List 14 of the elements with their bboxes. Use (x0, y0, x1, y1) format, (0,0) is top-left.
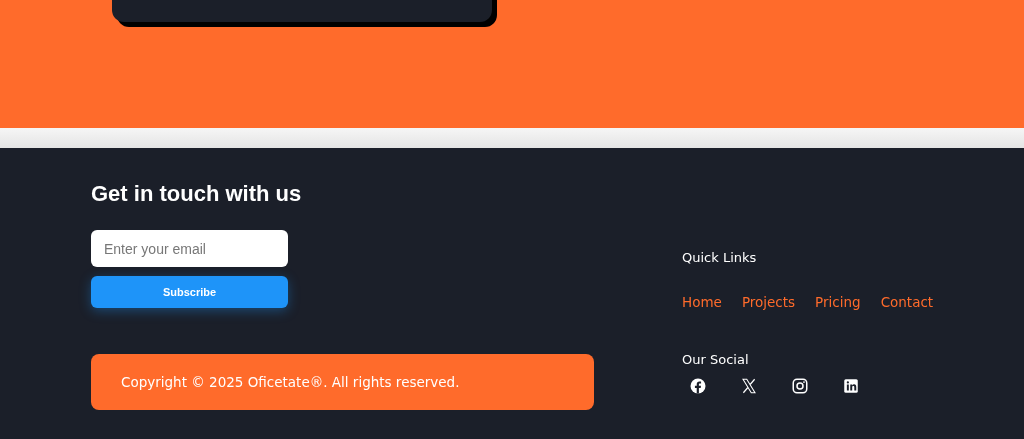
footer-link[interactable]: Home (682, 294, 722, 310)
copyright-text: Copyright © 2025 Oficetate®. All rights reserved. (121, 374, 460, 390)
instagram-icon[interactable] (791, 377, 809, 395)
email-field[interactable]: Enter your email (91, 230, 288, 267)
social-heading: Our Social (682, 352, 749, 368)
footer-link[interactable]: Contact (880, 294, 934, 310)
footer-link[interactable]: Projects (741, 294, 796, 310)
linkedin-icon[interactable] (842, 377, 860, 395)
subscribe-button[interactable]: Subscribe (91, 276, 288, 308)
contact-heading: Get in touch with us (91, 180, 302, 208)
x-icon[interactable] (740, 377, 758, 395)
quick-links-heading: Quick Links (682, 250, 757, 266)
footer-link[interactable]: Pricing (815, 294, 861, 310)
facebook-icon[interactable] (689, 377, 707, 395)
